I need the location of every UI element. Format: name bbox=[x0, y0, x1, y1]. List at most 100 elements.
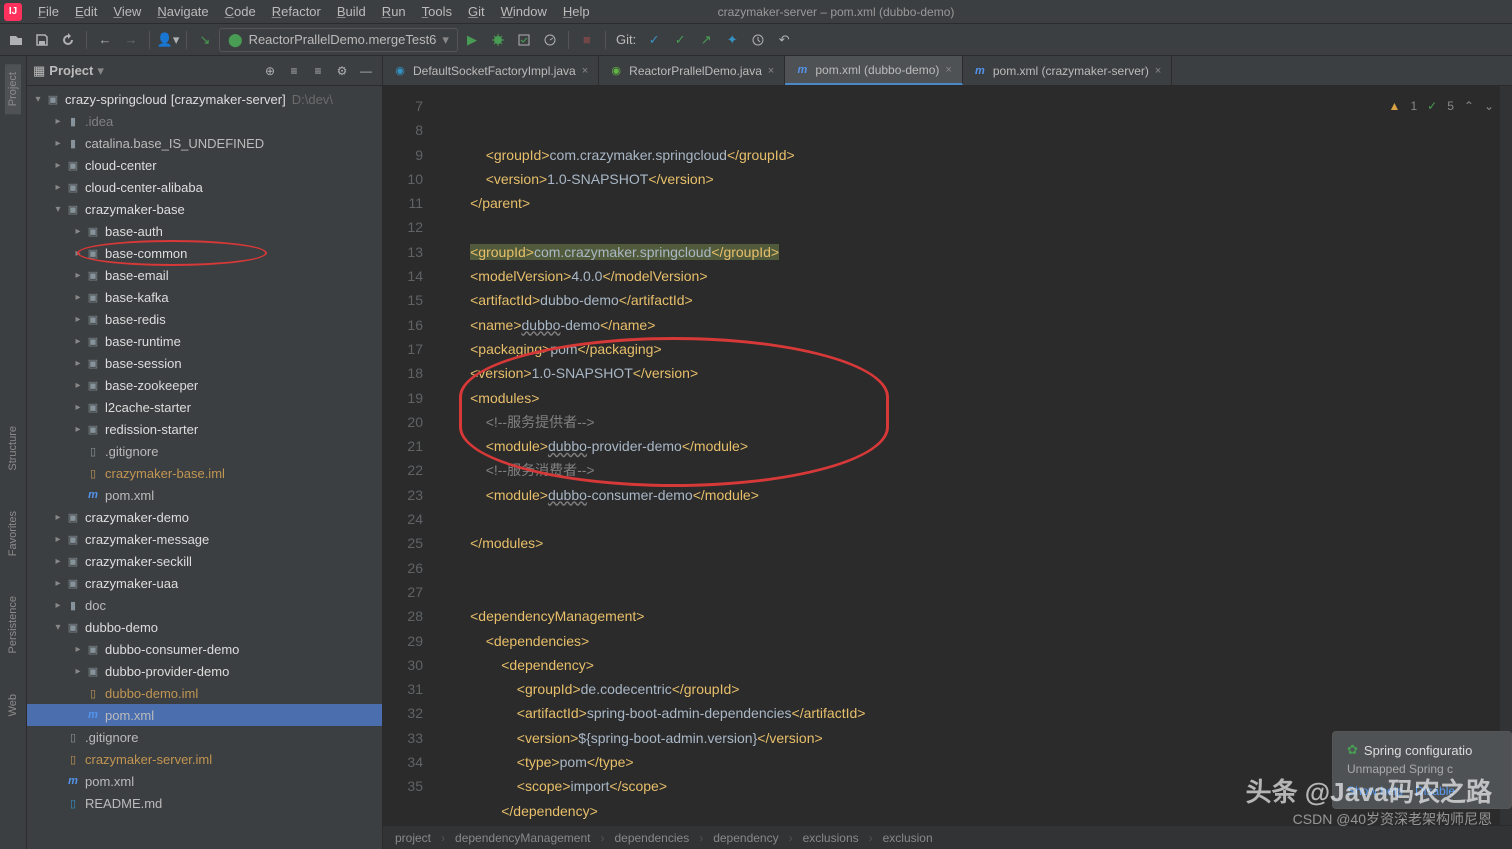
tree-item-crazymaker-demo[interactable]: ▸▣crazymaker-demo bbox=[27, 506, 382, 528]
rail-favorites[interactable]: Favorites bbox=[5, 503, 21, 564]
tree-item-crazymaker-server-iml[interactable]: ▯crazymaker-server.iml bbox=[27, 748, 382, 770]
expand-all-icon[interactable]: ≡ bbox=[284, 61, 304, 81]
tree-item-redission-starter[interactable]: ▸▣redission-starter bbox=[27, 418, 382, 440]
breadcrumb-item[interactable]: project bbox=[395, 831, 431, 845]
menu-window[interactable]: Window bbox=[493, 1, 555, 22]
tree-item-crazymaker-message[interactable]: ▸▣crazymaker-message bbox=[27, 528, 382, 550]
notif-show-help[interactable]: Show help bbox=[1347, 784, 1403, 798]
tree-arrow-icon[interactable]: ▾ bbox=[51, 204, 65, 215]
tree-item-base-session[interactable]: ▸▣base-session bbox=[27, 352, 382, 374]
open-icon[interactable] bbox=[4, 28, 28, 52]
tree-item-cloud-center-alibaba[interactable]: ▸▣cloud-center-alibaba bbox=[27, 176, 382, 198]
code-line-35[interactable] bbox=[439, 823, 1512, 825]
tree-arrow-icon[interactable]: ▸ bbox=[71, 336, 85, 347]
close-icon[interactable]: × bbox=[945, 64, 951, 76]
tree-item-pom-xml[interactable]: mpom.xml bbox=[27, 484, 382, 506]
breadcrumb-item[interactable]: dependencyManagement bbox=[455, 831, 590, 845]
tree-item-crazymaker-base[interactable]: ▾▣crazymaker-base bbox=[27, 198, 382, 220]
debug-icon[interactable] bbox=[486, 28, 510, 52]
tree-arrow-icon[interactable]: ▸ bbox=[51, 578, 65, 589]
tree-arrow-icon[interactable]: ▾ bbox=[51, 622, 65, 633]
inspection-status[interactable]: ▲1 ✓5 ⌃ ⌄ bbox=[1389, 94, 1494, 118]
stop-icon[interactable]: ■ bbox=[575, 28, 599, 52]
git-update-icon[interactable]: ✓ bbox=[642, 28, 666, 52]
code-editor[interactable]: 7891011121314151617181920212223242526272… bbox=[383, 86, 1512, 825]
tree-arrow-icon[interactable]: ▸ bbox=[71, 402, 85, 413]
breadcrumb-item[interactable]: exclusion bbox=[883, 831, 933, 845]
tree-item-base-kafka[interactable]: ▸▣base-kafka bbox=[27, 286, 382, 308]
tree-item-catalina-base-is-undefined[interactable]: ▸▮catalina.base_IS_UNDEFINED bbox=[27, 132, 382, 154]
tree-arrow-icon[interactable]: ▸ bbox=[51, 534, 65, 545]
rail-persistence[interactable]: Persistence bbox=[5, 588, 21, 661]
code-line-26[interactable]: <dependencyManagement> bbox=[439, 604, 1512, 628]
rail-web[interactable]: Web bbox=[5, 686, 21, 724]
code-content[interactable]: <groupId>com.crazymaker.springcloud</gro… bbox=[439, 86, 1512, 825]
menu-git[interactable]: Git bbox=[460, 1, 493, 22]
profile-icon[interactable] bbox=[538, 28, 562, 52]
menu-code[interactable]: Code bbox=[217, 1, 264, 22]
rail-structure[interactable]: Structure bbox=[5, 418, 21, 479]
close-icon[interactable]: × bbox=[768, 65, 774, 77]
tree-arrow-icon[interactable]: ▸ bbox=[71, 248, 85, 259]
code-line-18[interactable]: <!--服务提供者--> bbox=[439, 410, 1512, 434]
menu-view[interactable]: View bbox=[105, 1, 149, 22]
reload-icon[interactable] bbox=[56, 28, 80, 52]
error-stripe[interactable] bbox=[1500, 86, 1512, 825]
tree-arrow-icon[interactable]: ▸ bbox=[51, 600, 65, 611]
tree-arrow-icon[interactable]: ▸ bbox=[51, 182, 65, 193]
tree-item-crazymaker-base-iml[interactable]: ▯crazymaker-base.iml bbox=[27, 462, 382, 484]
tab-reactorpralleldemo-java[interactable]: ◉ReactorPrallelDemo.java× bbox=[599, 56, 785, 85]
git-rollback-icon[interactable]: ↶ bbox=[772, 28, 796, 52]
code-line-17[interactable]: <modules> bbox=[439, 386, 1512, 410]
tree-item-base-common[interactable]: ▸▣base-common bbox=[27, 242, 382, 264]
code-line-7[interactable]: <groupId>com.crazymaker.springcloud</gro… bbox=[439, 143, 1512, 167]
tree-item--gitignore[interactable]: ▯.gitignore bbox=[27, 440, 382, 462]
collapse-all-icon[interactable]: ≡ bbox=[308, 61, 328, 81]
tab-pom-xml--crazymaker-server-[interactable]: mpom.xml (crazymaker-server)× bbox=[963, 56, 1172, 85]
git-history-icon[interactable]: ✦ bbox=[720, 28, 744, 52]
tree-arrow-icon[interactable]: ▸ bbox=[71, 314, 85, 325]
breadcrumb-item[interactable]: dependency bbox=[713, 831, 778, 845]
tree-arrow-icon[interactable]: ▸ bbox=[51, 512, 65, 523]
tree-item-dubbo-provider-demo[interactable]: ▸▣dubbo-provider-demo bbox=[27, 660, 382, 682]
tree-item-base-zookeeper[interactable]: ▸▣base-zookeeper bbox=[27, 374, 382, 396]
tree-arrow-icon[interactable]: ▸ bbox=[51, 556, 65, 567]
tab-pom-xml--dubbo-demo-[interactable]: mpom.xml (dubbo-demo)× bbox=[785, 56, 963, 85]
code-line-14[interactable]: <name>dubbo-demo</name> bbox=[439, 313, 1512, 337]
code-line-12[interactable]: <modelVersion>4.0.0</modelVersion> bbox=[439, 264, 1512, 288]
tree-item-readme-md[interactable]: ▯README.md bbox=[27, 792, 382, 814]
hide-icon[interactable]: — bbox=[356, 61, 376, 81]
tree-item-l2cache-starter[interactable]: ▸▣l2cache-starter bbox=[27, 396, 382, 418]
tree-arrow-icon[interactable]: ▸ bbox=[51, 138, 65, 149]
select-opened-icon[interactable]: ⊕ bbox=[260, 61, 280, 81]
close-icon[interactable]: × bbox=[1155, 65, 1161, 77]
tree-arrow-icon[interactable]: ▸ bbox=[71, 358, 85, 369]
tab-defaultsocketfactoryimpl-java[interactable]: ◉DefaultSocketFactoryImpl.java× bbox=[383, 56, 599, 85]
breadcrumb[interactable]: project›dependencyManagement›dependencie… bbox=[383, 825, 1512, 849]
code-line-29[interactable]: <groupId>de.codecentric</groupId> bbox=[439, 677, 1512, 701]
tree-arrow-icon[interactable]: ▸ bbox=[71, 644, 85, 655]
notif-disable[interactable]: Disable bbox=[1415, 784, 1455, 798]
menu-refactor[interactable]: Refactor bbox=[264, 1, 329, 22]
forward-icon[interactable]: → bbox=[119, 28, 143, 52]
chevron-down-icon[interactable]: ▾ bbox=[31, 94, 45, 105]
git-commit-icon[interactable]: ✓ bbox=[668, 28, 692, 52]
code-line-13[interactable]: <artifactId>dubbo-demo</artifactId> bbox=[439, 288, 1512, 312]
menu-run[interactable]: Run bbox=[374, 1, 414, 22]
code-line-28[interactable]: <dependency> bbox=[439, 653, 1512, 677]
git-clock-icon[interactable] bbox=[746, 28, 770, 52]
tree-item-crazymaker-uaa[interactable]: ▸▣crazymaker-uaa bbox=[27, 572, 382, 594]
run-config-selector[interactable]: ⬤ ReactorPrallelDemo.mergeTest6 ▾ bbox=[219, 28, 458, 52]
tree-arrow-icon[interactable]: ▸ bbox=[51, 116, 65, 127]
chevron-up-icon[interactable]: ⌃ bbox=[1464, 94, 1474, 118]
tree-arrow-icon[interactable]: ▸ bbox=[71, 666, 85, 677]
rail-project[interactable]: Project bbox=[5, 64, 21, 114]
coverage-icon[interactable] bbox=[512, 28, 536, 52]
tree-item--gitignore[interactable]: ▯.gitignore bbox=[27, 726, 382, 748]
code-line-16[interactable]: <version>1.0-SNAPSHOT</version> bbox=[439, 361, 1512, 385]
tree-item-dubbo-consumer-demo[interactable]: ▸▣dubbo-consumer-demo bbox=[27, 638, 382, 660]
code-line-23[interactable]: </modules> bbox=[439, 531, 1512, 555]
tree-item--idea[interactable]: ▸▮.idea bbox=[27, 110, 382, 132]
code-line-10[interactable] bbox=[439, 215, 1512, 239]
menu-build[interactable]: Build bbox=[329, 1, 374, 22]
